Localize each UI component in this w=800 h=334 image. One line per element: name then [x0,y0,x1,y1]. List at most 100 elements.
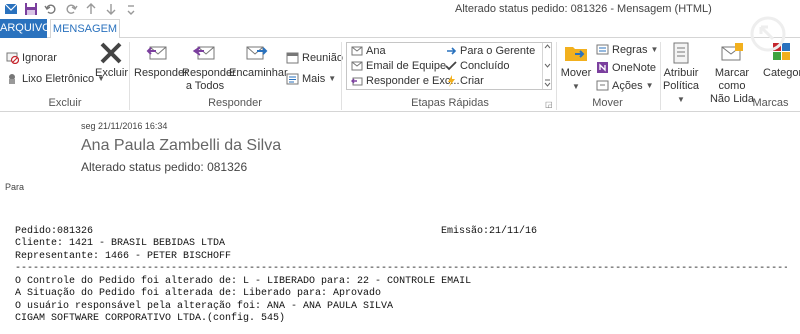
reply-button[interactable]: Responder [134,41,188,80]
check-icon [445,61,457,71]
assign-policy-button[interactable]: Atribuir Política ▼ [662,41,700,106]
quick-steps-gallery: Ana Email de Equipe Responder e Exc... P… [346,42,552,90]
chevron-down-icon: ▼ [328,74,337,83]
team-email-icon [351,61,363,71]
folder-icon [563,41,589,65]
reply-all-label-2: a Todos [185,80,225,92]
forward-to-manager-icon [447,47,457,55]
onenote-label: OneNote [612,61,657,74]
tab-file[interactable]: ARQUIVO [0,19,51,38]
group-label-tags: Marcas [752,97,789,109]
issue-date: Emissão:21/11/16 [441,226,538,237]
reply-all-label-1: Responder [182,67,236,79]
body-line: O usuário responsável pela alteração foi… [15,300,394,312]
delete-label: Excluir [95,67,129,79]
reply-delete-icon [351,77,363,86]
policy-icon [668,41,694,65]
group-divider [556,42,557,110]
mark-unread-label-1: Marcar como [714,67,750,92]
quick-steps-scrollbar[interactable] [542,43,551,89]
move-label: Mover [560,67,592,79]
title-bar: Alterado status pedido: 081326 - Mensage… [0,0,800,19]
chevron-down-icon: ▼ [645,81,654,90]
group-label-move: Mover [592,97,623,109]
customize-qat-icon[interactable] [124,2,138,16]
body-line: CIGAM SOFTWARE CORPORATIVO LTDA.(config.… [15,313,286,325]
actions-icon [596,79,609,92]
meeting-label: Reunião [302,51,343,64]
categorize-label: Categori [763,67,800,79]
quick-step-item[interactable]: Ana [351,45,386,57]
reply-all-button[interactable]: Responder a Todos [182,41,236,93]
message-subject: Alterado status pedido: 081326 [81,160,248,174]
quick-step-item[interactable]: Para o Gerente [445,45,535,57]
delete-icon [98,41,124,65]
reply-all-icon [192,41,218,65]
group-divider [341,42,342,110]
junk-button[interactable]: Lixo Eletrônico ▼ [6,72,105,85]
actions-label: Ações [612,79,643,92]
message-date: seg 21/11/2016 16:34 [81,121,168,131]
quick-step-item[interactable]: Email de Equipe [351,60,446,72]
group-label-quick-steps: Etapas Rápidas [411,97,489,109]
sender-name[interactable]: Ana Paula Zambelli da Silva [81,137,281,155]
quick-access-toolbar [4,2,138,16]
chevron-down-icon: ▼ [677,95,685,104]
outlook-icon[interactable] [4,2,18,16]
more-icon [286,72,299,85]
more-label: Mais [302,72,326,85]
move-button[interactable]: Mover ▼ [560,41,592,93]
message-body-details: O Controle do Pedido foi alterado de: L … [15,276,471,326]
onenote-button[interactable]: OneNote [596,61,656,74]
group-divider [129,42,130,110]
to-label: Para [5,182,25,192]
ignore-icon [6,51,20,65]
group-divider [660,42,661,110]
group-label-delete: Excluir [48,97,82,109]
rules-icon [596,43,609,56]
arrow-down-icon[interactable] [104,2,118,16]
arrow-up-icon[interactable] [84,2,98,16]
mark-unread-icon [719,41,745,65]
reply-icon [144,41,170,65]
quick-step-item[interactable]: Criar [445,75,484,87]
onenote-icon [596,61,609,74]
meeting-button[interactable]: Reunião [286,51,343,64]
body-line: A Situação do Pedido foi alterada de: Li… [15,288,382,300]
dialog-launcher-icon[interactable]: ◲ [545,100,553,109]
quick-step-item[interactable]: Responder e Exc... [351,75,460,87]
order-line: Pedido:081326 [15,226,94,237]
actions-button[interactable]: Ações ▼ [596,79,654,92]
arrow-circle-icon [748,14,788,57]
client-line: Cliente: 1421 - BRASIL BEBIDAS LTDA [15,238,226,250]
ribbon-tabs: ARQUIVO MENSAGEM [0,19,800,39]
forward-icon [243,41,269,65]
forward-button[interactable]: Encaminhar [229,41,288,80]
more-button[interactable]: Mais ▼ [286,72,336,85]
calendar-icon [286,51,299,64]
undo-icon[interactable] [44,2,58,16]
junk-mail-icon [6,72,19,85]
ignore-button[interactable]: Ignorar [6,51,57,65]
rep-line: Representante: 1466 - PETER BISCHOFF [15,250,232,262]
tab-message[interactable]: MENSAGEM [50,19,120,39]
message-body-left: Pedido:081326 Cliente: 1421 - BRASIL BEB… [15,226,231,263]
reply-label: Responder [134,67,188,79]
body-line: O Controle do Pedido foi alterado de: L … [15,276,472,287]
assign-policy-label-1: Atribuir [663,67,699,79]
separator-line: ----------------------------------------… [15,263,787,274]
quick-step-item[interactable]: Concluído [445,60,510,72]
delete-button[interactable]: Excluir [95,41,129,80]
chevron-down-icon: ▼ [572,82,580,91]
rules-label: Regras [612,43,648,56]
rules-button[interactable]: Regras ▼ [596,43,658,56]
lightning-icon [448,75,455,87]
assign-policy-label-2: Política [662,80,700,92]
chevron-down-icon: ▼ [650,45,659,54]
person-icon [351,46,363,56]
redo-icon[interactable] [64,2,78,16]
save-icon[interactable] [24,2,38,16]
forward-label: Encaminhar [229,67,288,79]
window-title: Alterado status pedido: 081326 - Mensage… [455,3,712,15]
ribbon: Ignorar Lixo Eletrônico ▼ Excluir Exclui… [0,38,800,112]
